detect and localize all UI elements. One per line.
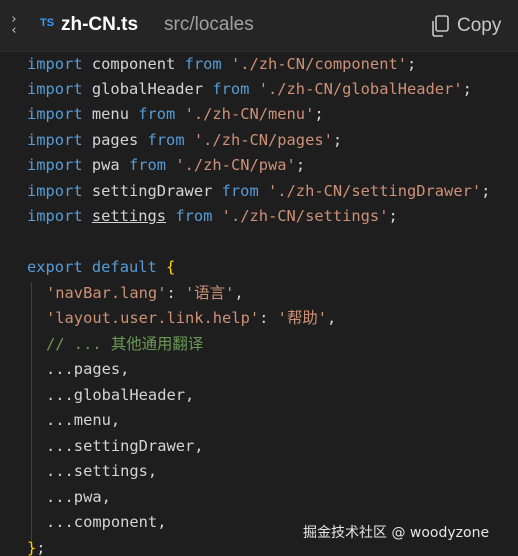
code-line-spread-component: ...component, [46,513,167,531]
code-line-import-menu: import menu from './zh-CN/menu'; [27,103,324,125]
code-line-spread-pages: ...pages, [46,360,130,378]
punctuation: ; [332,131,343,149]
code-line-spread-settings: ...settings, [46,462,158,480]
string-value: '语言' [185,284,235,302]
keyword: from [221,182,259,200]
copy-label: Copy [457,15,502,36]
keyword: from [212,80,250,98]
punctuation: ; [407,55,417,73]
code-line-import-settings: import settings from './zh-CN/settings'; [27,205,398,227]
string-key: 'navBar.lang' [46,284,167,302]
identifier: component [91,55,176,73]
keyword: from [184,55,222,73]
bracket: { [166,258,176,276]
string-key: 'layout.user.link.help' [46,309,260,327]
copy-button[interactable]: Copy [430,12,516,40]
string-literal: './zh-CN/settings' [221,207,389,225]
code-line-spread-globalheader: ...globalHeader, [46,386,195,404]
typescript-file-icon: TS [40,17,55,29]
code-line-import-pwa: import pwa from './zh-CN/pwa'; [27,154,305,176]
keyword: from [175,207,213,225]
keyword: import [27,156,83,174]
punctuation: ; [388,207,398,225]
punctuation: : [166,284,186,302]
punctuation: : [259,309,278,327]
code-line-spread-pwa: ...pwa, [46,488,111,506]
identifier: settingDrawer [91,182,213,200]
keyword: import [27,80,83,98]
punctuation: ; [295,156,306,174]
keyword: import [27,55,83,73]
keyword: import [27,182,83,200]
string-literal: './zh-CN/pages' [193,131,333,149]
identifier: pages [91,131,139,149]
string-value: '帮助' [277,309,327,327]
identifier: pwa [91,156,120,174]
code-line-comment: // ... 其他通用翻译 [46,335,204,353]
string-literal: './zh-CN/component' [230,55,407,73]
code-line-spread-menu: ...menu, [46,411,121,429]
code-line-user-link-help: 'layout.user.link.help': '帮助', [46,307,336,329]
bracket: } [27,539,37,556]
code-line-import-settingdrawer: import settingDrawer from './zh-CN/setti… [27,180,490,202]
string-literal: './zh-CN/settingDrawer' [268,182,482,200]
file-header: › ‹ TS zh-CN.ts src/locales Copy [0,0,518,52]
string-literal: './zh-CN/pwa' [175,156,296,174]
watermark: 掘金技术社区 @ woodyzone [303,525,490,541]
string-literal: './zh-CN/menu' [184,105,315,123]
keyword: from [147,131,185,149]
keyword: from [138,105,176,123]
code-line-spread-settingdrawer: ...settingDrawer, [46,437,204,455]
punctuation: ; [36,539,46,556]
file-name: zh-CN.ts [61,14,139,35]
identifier-link[interactable]: settings [92,207,166,225]
indent-guide [31,282,32,542]
code-line-import-pages: import pages from './zh-CN/pages'; [27,129,342,151]
keyword: from [128,156,167,174]
keyword: default [91,258,157,276]
code-line-import-component: import component from './zh-CN/component… [27,53,416,75]
punctuation: ; [481,182,491,200]
identifier: menu [91,105,129,123]
keyword: import [27,131,83,149]
punctuation: ; [462,80,472,98]
code-block: import component from './zh-CN/component… [0,52,518,556]
code-line-import-globalheader: import globalHeader from './zh-CN/global… [27,78,472,100]
punctuation: , [234,284,244,302]
copy-icon [432,15,449,37]
string-literal: './zh-CN/globalHeader' [258,80,463,98]
punctuation: ; [314,105,324,123]
keyword: import [27,105,83,123]
keyword: export [27,258,83,276]
file-path: src/locales [164,14,254,35]
code-line-navbar-lang: 'navBar.lang': '语言', [46,282,244,304]
keyword: import [27,207,83,225]
collapse-chevrons-icon[interactable]: › ‹ [6,13,22,37]
code-line-export-default: export default { [27,256,175,278]
code-line-closing-brace: }; [27,537,46,556]
identifier: globalHeader [91,80,204,98]
punctuation: , [327,309,337,327]
